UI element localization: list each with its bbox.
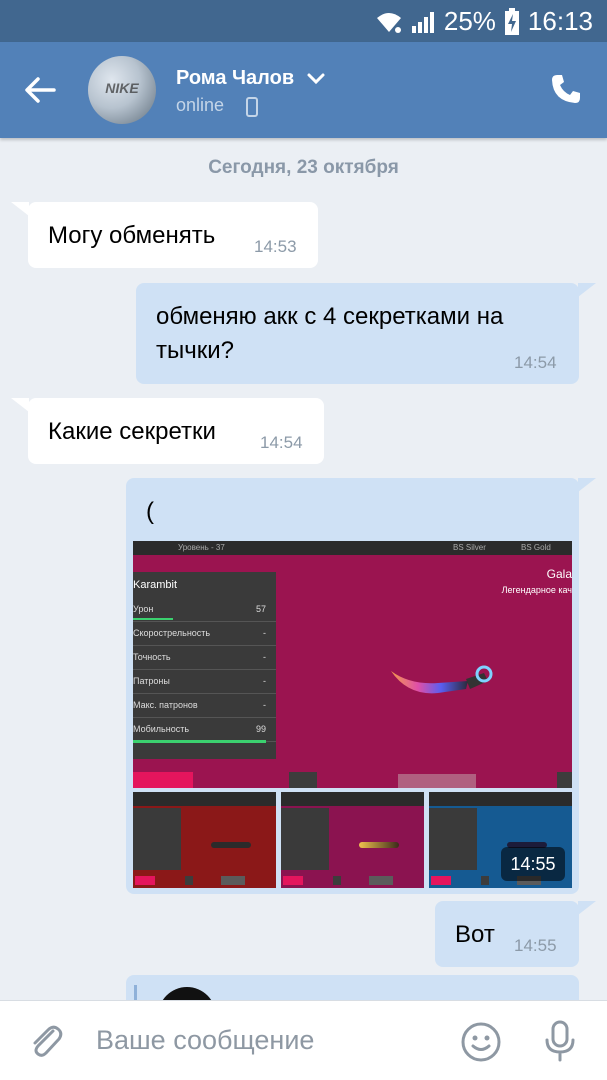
stat-value: - xyxy=(263,676,266,686)
game-tier-1: BS Silver xyxy=(453,543,486,552)
thumb-button xyxy=(283,876,303,885)
contact-status: online xyxy=(176,95,225,115)
message-text-line-2: тычки? xyxy=(156,337,234,364)
wifi-icon xyxy=(376,12,401,33)
arrow-left-icon xyxy=(25,77,56,103)
thumb-panel xyxy=(281,808,329,870)
bubble-tail xyxy=(11,398,29,412)
status-icons: 25% 16:13 xyxy=(376,6,593,37)
message-text: Вот xyxy=(455,921,495,948)
status-bar: 25% 16:13 xyxy=(0,0,607,42)
message-time: 14:53 xyxy=(254,237,297,256)
stat-row: Мобильность 99 xyxy=(133,718,276,742)
stat-bar xyxy=(133,618,173,620)
thumb-knife xyxy=(359,842,399,848)
thumb-topbar xyxy=(133,792,276,806)
stat-name: Патроны xyxy=(133,676,170,686)
battery-charging-icon xyxy=(504,7,519,35)
stat-row: Скорострельность - xyxy=(133,622,276,646)
voice-record-button[interactable] xyxy=(540,1019,580,1063)
thumb-topbar xyxy=(281,792,424,806)
message-time: 14:55 xyxy=(514,936,557,955)
game-button-pink xyxy=(133,772,193,788)
photo-attachment-main[interactable]: Уровень - 37 BS Silver BS Gold Karambit … xyxy=(133,541,572,788)
message-composer: Ваше сообщение xyxy=(0,1000,607,1080)
emoji-button[interactable] xyxy=(460,1021,502,1063)
clock: 16:13 xyxy=(527,6,593,36)
back-button[interactable] xyxy=(22,72,58,108)
date-divider: Сегодня, 23 октября xyxy=(208,157,399,178)
game-button-dark xyxy=(557,772,572,788)
weapon-name: Karambit xyxy=(133,579,178,591)
message-bubble-incoming[interactable]: Могу обменять 14:53 xyxy=(28,202,318,268)
game-level: Уровень - 37 xyxy=(178,543,225,552)
thumb-topbar xyxy=(429,792,572,806)
bubble-tail xyxy=(578,283,596,297)
stat-row: Точность - xyxy=(133,646,276,670)
avatar-logo: NIKE xyxy=(105,80,139,96)
avatar[interactable]: NIKE xyxy=(88,56,156,124)
stat-value: - xyxy=(263,628,266,638)
stat-value: - xyxy=(263,700,266,710)
mobile-phone-icon xyxy=(246,97,258,117)
skin-title: Gala xyxy=(546,567,572,581)
photo-thumbnail[interactable] xyxy=(281,792,424,888)
signal-icon xyxy=(411,11,434,33)
thumb-button xyxy=(135,876,155,885)
chevron-down-icon[interactable] xyxy=(306,72,326,86)
smiley-icon xyxy=(461,1022,501,1062)
message-bubble-outgoing[interactable]: Вот 14:55 xyxy=(435,901,579,967)
weapon-stats-panel: Karambit Урон 57 Скорострельность - Точнос… xyxy=(133,572,276,759)
bubble-tail xyxy=(11,202,29,216)
game-tier-2: BS Gold xyxy=(521,543,551,552)
message-time: 14:54 xyxy=(260,433,303,452)
chat-header: NIKE Рома Чалов online xyxy=(0,42,607,138)
message-text-line-1: обменяю акк с 4 секретками на xyxy=(156,303,504,330)
message-bubble-incoming[interactable]: Какие секретки 14:54 xyxy=(28,398,324,464)
microphone-icon xyxy=(545,1020,575,1062)
stat-row: Макс. патронов - xyxy=(133,694,276,718)
karambit-knife-image xyxy=(391,665,493,694)
stat-name: Макс. патронов xyxy=(133,700,198,710)
thumb-button xyxy=(221,876,245,885)
message-time: 14:54 xyxy=(514,353,557,372)
message-text: Могу обменять xyxy=(48,222,216,249)
media-time-badge: 14:55 xyxy=(501,847,565,881)
photo-thumbnail[interactable] xyxy=(133,792,276,888)
skin-rarity: Легендарное кач xyxy=(501,585,572,595)
message-input[interactable]: Ваше сообщение xyxy=(96,1025,314,1056)
game-button-dark xyxy=(289,772,317,788)
paperclip-icon xyxy=(33,1025,63,1057)
message-text: Какие секретки xyxy=(48,418,216,445)
attach-button[interactable] xyxy=(26,1021,66,1061)
thumb-panel xyxy=(429,808,477,870)
game-button-select xyxy=(398,774,476,788)
stat-name: Урон xyxy=(133,604,154,614)
stat-value: 57 xyxy=(255,604,266,614)
contact-name[interactable]: Рома Чалов xyxy=(176,67,294,90)
thumb-button xyxy=(185,876,193,885)
thumb-button xyxy=(481,876,489,885)
battery-percent: 25% xyxy=(443,6,496,36)
thumb-panel xyxy=(133,808,181,870)
stat-value: - xyxy=(263,652,266,662)
stat-name: Точность xyxy=(133,652,171,662)
bubble-tail xyxy=(578,478,596,492)
call-button[interactable] xyxy=(549,72,585,108)
thumb-button xyxy=(369,876,393,885)
thumb-knife xyxy=(211,842,251,848)
phone-icon xyxy=(552,75,580,103)
thumb-button xyxy=(333,876,341,885)
bubble-tail xyxy=(578,901,596,915)
stat-row: Патроны - xyxy=(133,670,276,694)
stat-name: Мобильность xyxy=(133,724,190,734)
message-bubble-outgoing[interactable]: обменяю акк с 4 секретками на тычки? 14:… xyxy=(136,283,579,384)
stat-name: Скорострельность xyxy=(133,628,211,638)
game-topbar: Уровень - 37 BS Silver BS Gold xyxy=(133,541,572,555)
stat-bar xyxy=(133,740,266,743)
stat-value: 99 xyxy=(255,724,266,734)
message-text: ( xyxy=(146,498,154,525)
thumb-button xyxy=(431,876,451,885)
